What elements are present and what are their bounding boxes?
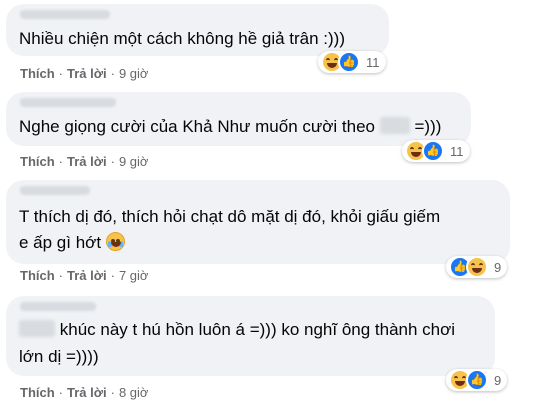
reply-link[interactable]: Trả lời [67, 268, 107, 283]
author-name-redacted[interactable] [20, 98, 116, 107]
laughing-tears-icon [105, 232, 125, 251]
separator-dot: · [58, 268, 64, 283]
comment-actions: Thích · Trả lời · 7 giờ [20, 268, 148, 284]
comment-text-line2: e ấp gì hớt [19, 233, 102, 252]
reaction-count: 11 [450, 143, 464, 159]
comment-actions: Thích · Trả lời · 9 giờ [20, 154, 148, 170]
comment-text-line1: khúc này t hú hồn luôn á =))) ko nghĩ ôn… [59, 320, 456, 339]
redacted-mention[interactable] [379, 117, 410, 134]
like-icon: 👍 [338, 51, 360, 73]
reaction-summary[interactable]: 👍 9 [446, 256, 508, 278]
comment-bubble: T thích dị đó, thích hỏi chạt dô mặt dị … [6, 180, 510, 264]
separator-dot: · [58, 385, 64, 400]
timestamp[interactable]: 8 giờ [119, 385, 149, 400]
separator-dot: · [58, 154, 64, 169]
reaction-count: 9 [494, 259, 502, 275]
separator-dot: · [110, 66, 115, 81]
comment-text-before: Nghe giọng cười của Khả Như muốn cười th… [19, 117, 376, 136]
comment-text-after: =))) [414, 117, 442, 136]
separator-dot: · [110, 385, 115, 400]
author-name-redacted[interactable] [20, 186, 90, 195]
author-name-redacted[interactable] [20, 10, 110, 19]
comment-text-line2: lớn dị =)))) [19, 347, 99, 366]
comment-actions: Thích · Trả lời · 8 giờ [20, 385, 148, 401]
like-icon: 👍 [466, 369, 488, 391]
haha-icon [466, 256, 488, 278]
like-icon: 👍 [422, 140, 444, 162]
like-link[interactable]: Thích [20, 154, 55, 169]
reaction-count: 11 [366, 54, 380, 70]
comment-bubble: Nghe giọng cười của Khả Như muốn cười th… [6, 92, 471, 146]
author-name-redacted[interactable] [20, 302, 96, 311]
reaction-summary[interactable]: 👍 9 [446, 369, 508, 391]
redacted-mention[interactable] [19, 320, 55, 337]
timestamp[interactable]: 9 giờ [119, 154, 149, 169]
comment-bubble: Nhiều chiện một cách không hề giả trân :… [6, 4, 389, 56]
timestamp[interactable]: 7 giờ [119, 268, 149, 283]
comment-bubble: khúc này t hú hồn luôn á =))) ko nghĩ ôn… [6, 296, 495, 376]
reply-link[interactable]: Trả lời [67, 154, 107, 169]
reaction-summary[interactable]: 👍 11 [318, 51, 386, 73]
like-link[interactable]: Thích [20, 66, 55, 81]
separator-dot: · [110, 268, 115, 283]
reaction-summary[interactable]: 👍 11 [402, 140, 470, 162]
like-link[interactable]: Thích [20, 268, 55, 283]
comment-text: Nghe giọng cười của Khả Như muốn cười th… [19, 114, 441, 140]
comment-text-line1: T thích dị đó, thích hỏi chạt dô mặt dị … [19, 207, 441, 226]
comment-text-line1-wrap: khúc này t hú hồn luôn á =))) ko nghĩ ôn… [19, 317, 455, 343]
comment-text: Nhiều chiện một cách không hề giả trân :… [19, 29, 346, 48]
timestamp[interactable]: 9 giờ [119, 66, 149, 81]
like-link[interactable]: Thích [20, 385, 55, 400]
reply-link[interactable]: Trả lời [67, 385, 107, 400]
comment-text-line2-wrap: e ấp gì hớt [19, 230, 125, 256]
comment-actions: Thích · Trả lời · 9 giờ [20, 66, 148, 82]
separator-dot: · [58, 66, 64, 81]
reply-link[interactable]: Trả lời [67, 66, 107, 81]
separator-dot: · [110, 154, 115, 169]
reaction-count: 9 [494, 372, 502, 388]
